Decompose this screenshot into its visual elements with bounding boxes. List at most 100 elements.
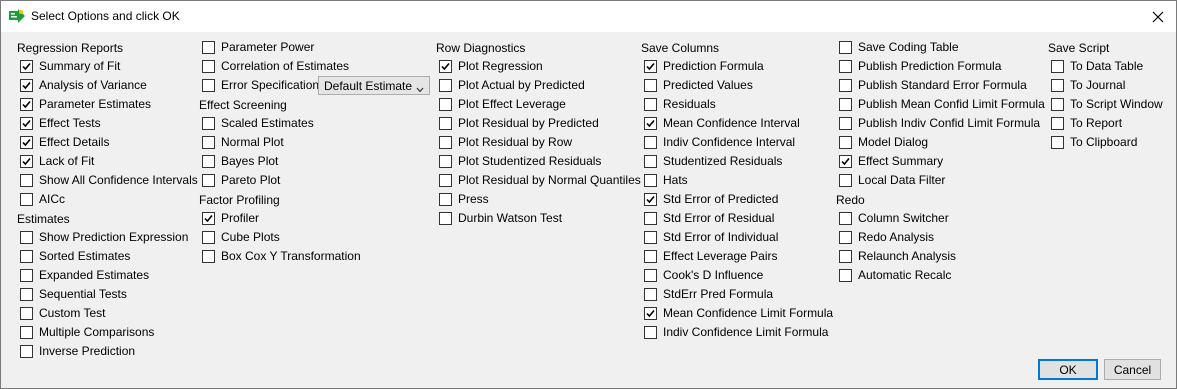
- checkbox[interactable]: [1051, 98, 1064, 111]
- option-profiler[interactable]: Profiler: [199, 209, 361, 228]
- checkbox[interactable]: [839, 250, 852, 263]
- checkbox[interactable]: [839, 79, 852, 92]
- option-sequential-tests[interactable]: Sequential Tests: [17, 285, 198, 304]
- checkbox[interactable]: [1051, 79, 1064, 92]
- checkbox[interactable]: [839, 212, 852, 225]
- error-specification-select[interactable]: Default Estimate: [318, 76, 430, 95]
- checkbox[interactable]: [202, 117, 215, 130]
- checkbox[interactable]: [202, 60, 215, 73]
- checkbox[interactable]: [839, 174, 852, 187]
- checkbox[interactable]: [20, 117, 33, 130]
- checkbox[interactable]: [839, 41, 852, 54]
- option-custom-test[interactable]: Custom Test: [17, 304, 198, 323]
- checkbox[interactable]: [839, 117, 852, 130]
- option-plot-studentized-residuals[interactable]: Plot Studentized Residuals: [436, 152, 641, 171]
- option-aicc[interactable]: AICc: [17, 190, 198, 209]
- option-mean-confidence-limit-formula[interactable]: Mean Confidence Limit Formula: [641, 304, 833, 323]
- option-effect-tests[interactable]: Effect Tests: [17, 114, 198, 133]
- close-icon[interactable]: [1140, 1, 1176, 32]
- option-model-dialog[interactable]: Model Dialog: [836, 133, 1045, 152]
- option-bayes-plot[interactable]: Bayes Plot: [199, 152, 361, 171]
- checkbox[interactable]: [20, 345, 33, 358]
- option-publish-indiv-confid-limit-formula[interactable]: Publish Indiv Confid Limit Formula: [836, 114, 1045, 133]
- option-publish-mean-confid-limit-formula[interactable]: Publish Mean Confid Limit Formula: [836, 95, 1045, 114]
- checkbox[interactable]: [644, 117, 657, 130]
- option-plot-residual-by-row[interactable]: Plot Residual by Row: [436, 133, 641, 152]
- option-scaled-estimates[interactable]: Scaled Estimates: [199, 114, 361, 133]
- checkbox[interactable]: [439, 98, 452, 111]
- option-to-report[interactable]: To Report: [1048, 114, 1163, 133]
- checkbox[interactable]: [20, 136, 33, 149]
- option-plot-effect-leverage[interactable]: Plot Effect Leverage: [436, 95, 641, 114]
- checkbox[interactable]: [644, 79, 657, 92]
- checkbox[interactable]: [439, 136, 452, 149]
- option-durbin-watson-test[interactable]: Durbin Watson Test: [436, 209, 641, 228]
- option-plot-residual-by-predicted[interactable]: Plot Residual by Predicted: [436, 114, 641, 133]
- option-indiv-confidence-limit-formula[interactable]: Indiv Confidence Limit Formula: [641, 323, 833, 342]
- cancel-button[interactable]: Cancel: [1104, 359, 1161, 380]
- option-publish-prediction-formula[interactable]: Publish Prediction Formula: [836, 57, 1045, 76]
- checkbox[interactable]: [644, 326, 657, 339]
- checkbox[interactable]: [839, 155, 852, 168]
- checkbox[interactable]: [644, 98, 657, 111]
- option-plot-residual-by-normal-quantiles[interactable]: Plot Residual by Normal Quantiles: [436, 171, 641, 190]
- checkbox[interactable]: [439, 155, 452, 168]
- ok-button[interactable]: OK: [1038, 359, 1098, 380]
- option-normal-plot[interactable]: Normal Plot: [199, 133, 361, 152]
- checkbox[interactable]: [644, 269, 657, 282]
- checkbox[interactable]: [839, 231, 852, 244]
- option-inverse-prediction[interactable]: Inverse Prediction: [17, 342, 198, 361]
- option-automatic-recalc[interactable]: Automatic Recalc: [836, 266, 1045, 285]
- option-to-clipboard[interactable]: To Clipboard: [1048, 133, 1163, 152]
- option-plot-regression[interactable]: Plot Regression: [436, 57, 641, 76]
- option-local-data-filter[interactable]: Local Data Filter: [836, 171, 1045, 190]
- checkbox[interactable]: [202, 41, 215, 54]
- option-effect-leverage-pairs[interactable]: Effect Leverage Pairs: [641, 247, 833, 266]
- option-std-error-of-individual[interactable]: Std Error of Individual: [641, 228, 833, 247]
- checkbox[interactable]: [439, 79, 452, 92]
- option-to-data-table[interactable]: To Data Table: [1048, 57, 1163, 76]
- option-press[interactable]: Press: [436, 190, 641, 209]
- checkbox[interactable]: [439, 117, 452, 130]
- checkbox[interactable]: [439, 193, 452, 206]
- checkbox[interactable]: [439, 174, 452, 187]
- option-correlation-of-estimates[interactable]: Correlation of Estimates: [199, 57, 361, 76]
- option-expanded-estimates[interactable]: Expanded Estimates: [17, 266, 198, 285]
- checkbox[interactable]: [202, 231, 215, 244]
- option-redo-analysis[interactable]: Redo Analysis: [836, 228, 1045, 247]
- option-pareto-plot[interactable]: Pareto Plot: [199, 171, 361, 190]
- option-effect-details[interactable]: Effect Details: [17, 133, 198, 152]
- checkbox[interactable]: [644, 174, 657, 187]
- checkbox[interactable]: [202, 250, 215, 263]
- checkbox[interactable]: [644, 136, 657, 149]
- option-column-switcher[interactable]: Column Switcher: [836, 209, 1045, 228]
- option-std-error-of-predicted[interactable]: Std Error of Predicted: [641, 190, 833, 209]
- checkbox[interactable]: [839, 98, 852, 111]
- checkbox[interactable]: [644, 193, 657, 206]
- checkbox[interactable]: [839, 136, 852, 149]
- option-studentized-residuals[interactable]: Studentized Residuals: [641, 152, 833, 171]
- checkbox[interactable]: [1051, 117, 1064, 130]
- checkbox[interactable]: [20, 155, 33, 168]
- checkbox[interactable]: [20, 231, 33, 244]
- option-indiv-confidence-interval[interactable]: Indiv Confidence Interval: [641, 133, 833, 152]
- checkbox[interactable]: [839, 269, 852, 282]
- option-plot-actual-by-predicted[interactable]: Plot Actual by Predicted: [436, 76, 641, 95]
- checkbox[interactable]: [644, 288, 657, 301]
- checkbox[interactable]: [839, 60, 852, 73]
- checkbox[interactable]: [644, 231, 657, 244]
- checkbox[interactable]: [644, 60, 657, 73]
- checkbox[interactable]: [20, 193, 33, 206]
- option-predicted-values[interactable]: Predicted Values: [641, 76, 833, 95]
- checkbox[interactable]: [202, 79, 215, 92]
- option-analysis-of-variance[interactable]: Analysis of Variance: [17, 76, 198, 95]
- checkbox[interactable]: [644, 307, 657, 320]
- option-box-cox-y-transformation[interactable]: Box Cox Y Transformation: [199, 247, 361, 266]
- option-parameter-power[interactable]: Parameter Power: [199, 38, 361, 57]
- checkbox[interactable]: [20, 98, 33, 111]
- option-save-coding-table[interactable]: Save Coding Table: [836, 38, 1045, 57]
- option-cube-plots[interactable]: Cube Plots: [199, 228, 361, 247]
- option-summary-of-fit[interactable]: Summary of Fit: [17, 57, 198, 76]
- option-lack-of-fit[interactable]: Lack of Fit: [17, 152, 198, 171]
- option-show-prediction-expression[interactable]: Show Prediction Expression: [17, 228, 198, 247]
